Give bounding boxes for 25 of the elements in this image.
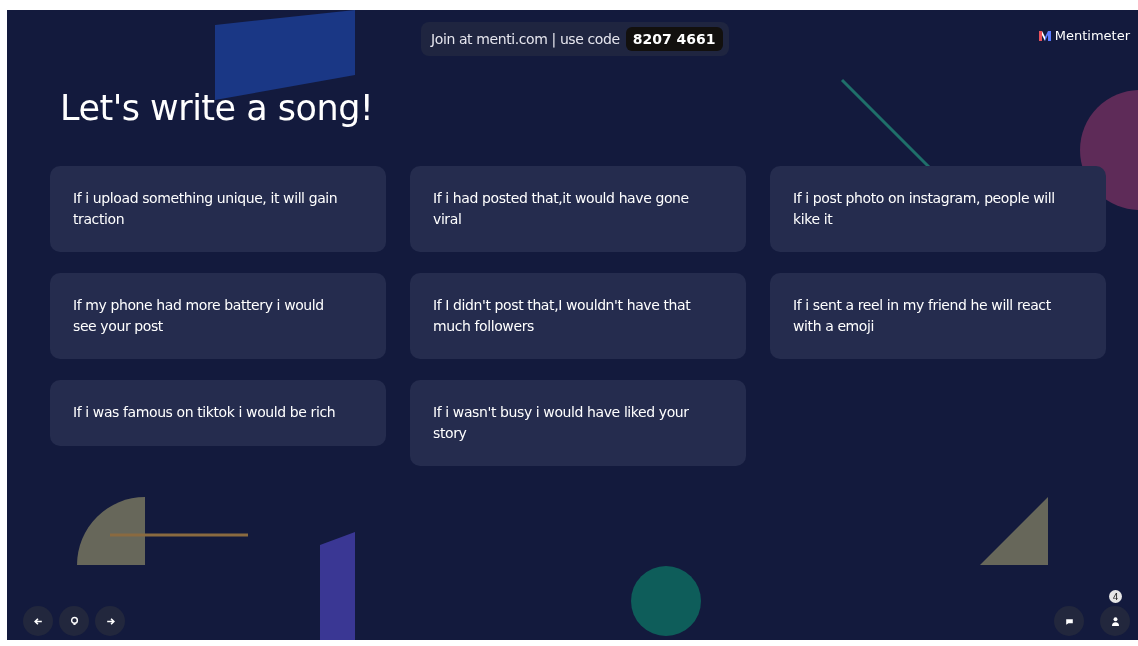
response-text: If I didn't post that,I wouldn't have that much followers <box>433 296 692 336</box>
response-text: If i wasn't busy i would have liked your story <box>433 403 690 443</box>
slide-title: Let's write a song! <box>60 88 375 128</box>
previous-button[interactable] <box>23 606 53 636</box>
response-text: If i had posted that,it would have gone viral <box>433 189 690 229</box>
join-instructions: Join at menti.com | use code <box>431 31 620 47</box>
participant-count: 4 <box>1109 590 1122 603</box>
person-icon <box>1109 615 1121 627</box>
arrow-left-icon <box>32 615 44 627</box>
circle-shape <box>631 566 701 636</box>
arrow-right-icon <box>104 615 116 627</box>
hint-button[interactable] <box>59 606 89 636</box>
response-text: If i post photo on instagram, people will kike it <box>793 189 1056 229</box>
triangle-shape <box>980 497 1048 565</box>
response-text: If i was famous on tiktok i would be rich <box>73 403 337 422</box>
response-text: If my phone had more battery i would see your post <box>73 296 325 336</box>
response-text: If i sent a reel in my friend he will react with a emoji <box>793 296 1052 336</box>
access-code: 8207 4661 <box>625 27 723 51</box>
participants-button[interactable] <box>1100 606 1130 636</box>
next-button[interactable] <box>95 606 125 636</box>
logo-icon <box>1038 30 1051 41</box>
comments-button[interactable] <box>1054 606 1084 636</box>
lightbulb-icon <box>68 615 80 627</box>
response-text: If i upload something unique, it will gain traction <box>73 189 338 229</box>
brand-name: Mentimeter <box>1054 28 1130 43</box>
